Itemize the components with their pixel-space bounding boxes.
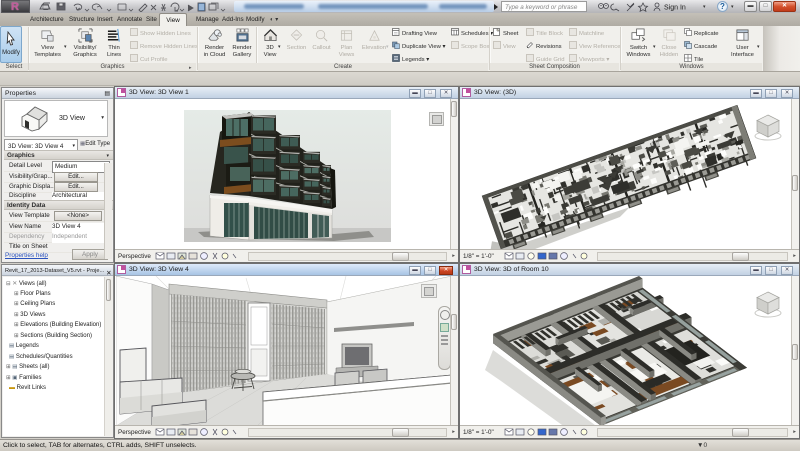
svg-text:Sign In: Sign In xyxy=(664,5,686,12)
